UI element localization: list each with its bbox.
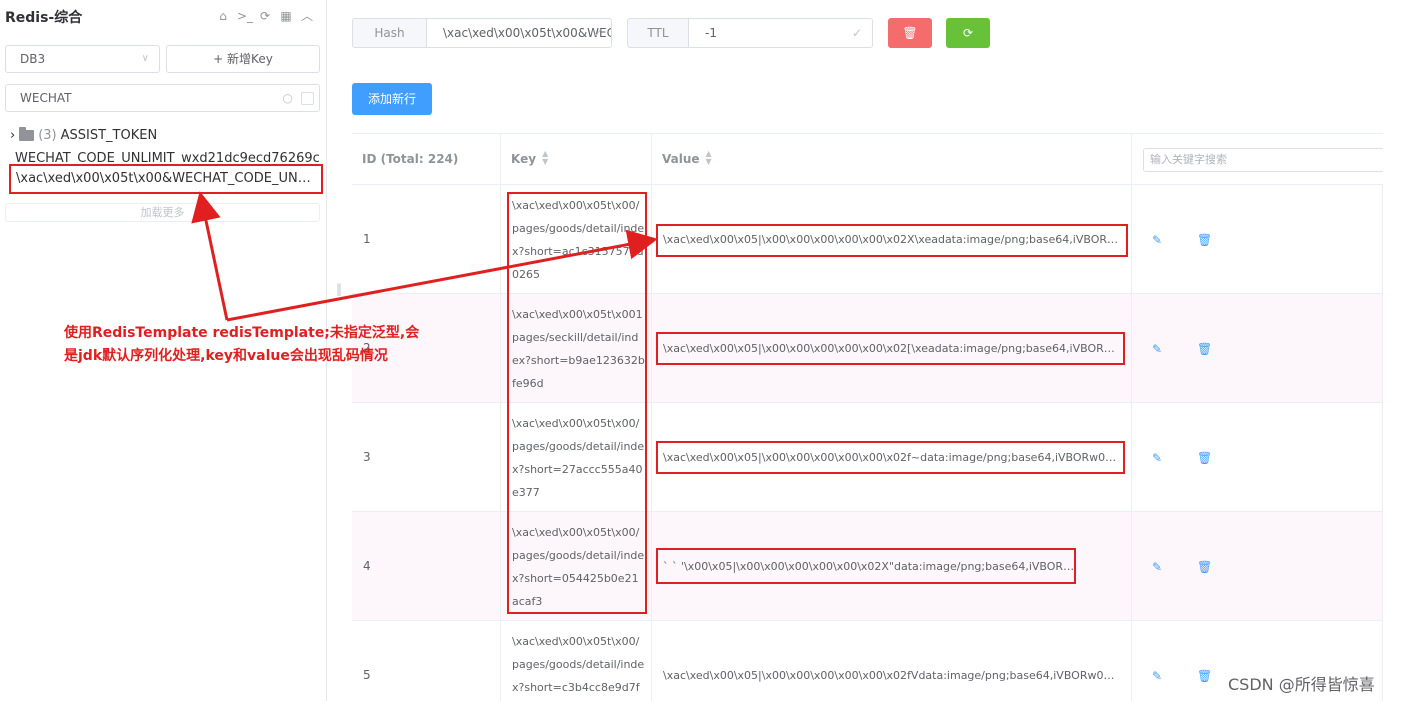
cell-value: \xac\xed\x00\x05|\x00\x00\x00\x00\x00\x0… <box>652 621 1132 701</box>
folder-name: ASSIST_TOKEN <box>60 128 158 143</box>
keyword-search-input[interactable]: 输入关键字搜索 <box>1143 148 1383 172</box>
annotation-line-1: 使用RedisTemplate redisTemplate;未指定泛型,会 <box>64 325 420 341</box>
annotation-line-2: 是jdk默认序列化处理,key和value会出现乱码情况 <box>64 348 388 364</box>
ttl-value: -1 <box>705 26 717 40</box>
trash-icon[interactable]: 🗑 <box>1197 560 1212 574</box>
check-icon[interactable]: ✓ <box>852 19 862 47</box>
cell-key: \xac\xed\x00\x05t\x001pages/seckill/deta… <box>501 294 652 403</box>
add-row-button[interactable]: 添加新行 <box>352 83 432 115</box>
column-header-key[interactable]: Key ▲ ▼ <box>501 134 652 184</box>
key-search-input[interactable]: WECHAT ○ <box>5 84 320 112</box>
cell-actions: ✎ 🗑 <box>1132 512 1383 621</box>
trash-icon: 🗑 <box>902 26 918 40</box>
delete-key-button[interactable]: 🗑 <box>888 18 932 48</box>
terminal-icon[interactable]: >_ <box>237 9 253 23</box>
cell-value-text: \xac\xed\x00\x05|\x00\x00\x00\x00\x00\x0… <box>663 451 1121 464</box>
cell-value-text: \xac\xed\x00\x05|\x00\x00\x00\x00\x00\x0… <box>663 342 1121 355</box>
search-icon[interactable]: ○ <box>283 85 293 111</box>
tree-key-item-selected[interactable]: \xac\xed\x00\x05t\x00&WECHAT_CODE_UNLIMI… <box>9 164 323 194</box>
table-header: ID (Total: 224) Key ▲ ▼ Value ▲ ▼ 输入关键字搜索 <box>352 134 1383 185</box>
sort-icon[interactable]: ▲ ▼ <box>706 149 712 166</box>
cell-id: 3 <box>352 403 501 512</box>
hash-label: Hash <box>352 18 427 48</box>
cell-key: \xac\xed\x00\x05t\x00/pages/goods/detail… <box>501 185 652 294</box>
edit-icon[interactable]: ✎ <box>1152 560 1162 574</box>
hash-key-value: \xac\xed\x00\x05t\x00&WECHAT_CODE_UNLIMI… <box>443 26 612 40</box>
cell-id: 4 <box>352 512 501 621</box>
table-row: 3 \xac\xed\x00\x05t\x00/pages/goods/deta… <box>352 403 1383 512</box>
cell-key: \xac\xed\x00\x05t\x00/pages/goods/detail… <box>501 403 652 512</box>
watermark: CSDN @所得皆惊喜 <box>1228 675 1375 694</box>
edit-icon[interactable]: ✎ <box>1152 233 1162 247</box>
load-more-button[interactable]: 加载更多 <box>5 203 320 222</box>
add-key-button[interactable]: + 新增Key <box>166 45 320 73</box>
grid-icon[interactable]: ▦ <box>279 9 293 23</box>
sort-icon[interactable]: ▲ ▼ <box>542 149 548 166</box>
annotation-text: 使用RedisTemplate redisTemplate;未指定泛型,会 是j… <box>64 322 424 368</box>
trash-icon[interactable]: 🗑 <box>1197 669 1212 683</box>
column-header-id-label: ID (Total: 224) <box>362 152 459 166</box>
chevron-right-icon[interactable]: › <box>10 128 15 143</box>
edit-icon[interactable]: ✎ <box>1152 451 1162 465</box>
folder-icon <box>19 127 35 141</box>
cell-value-text: \xac\xed\x00\x05|\x00\x00\x00\x00\x00\x0… <box>663 669 1121 682</box>
key-search-value: WECHAT <box>20 91 72 105</box>
cell-value: \xac\xed\x00\x05|\x00\x00\x00\x00\x00\x0… <box>652 294 1132 403</box>
edit-icon[interactable]: ✎ <box>1152 669 1162 683</box>
column-header-value[interactable]: Value ▲ ▼ <box>652 134 1132 184</box>
sidebar-toolbar: ⌂ >_ ⟳ ▦ ︿ <box>216 9 314 23</box>
cell-value-text: \xac\xed\x00\x05|\x00\x00\x00\x00\x00\x0… <box>663 233 1121 246</box>
trash-icon[interactable]: 🗑 <box>1197 342 1212 356</box>
cell-id: 5 <box>352 621 501 701</box>
db-select-value: DB3 <box>20 52 46 66</box>
hash-key-input[interactable]: \xac\xed\x00\x05t\x00&WECHAT_CODE_UNLIMI… <box>426 18 612 48</box>
collapse-icon[interactable]: ︿ <box>300 9 314 23</box>
column-header-id[interactable]: ID (Total: 224) <box>352 134 501 184</box>
exact-match-checkbox[interactable] <box>301 92 314 105</box>
tree-folder-assist-token[interactable]: › (3) ASSIST_TOKEN <box>10 127 158 143</box>
refresh-icon[interactable]: ⟳ <box>258 9 272 23</box>
main-panel: Hash \xac\xed\x00\x05t\x00&WECHAT_CODE_U… <box>327 0 1415 701</box>
cell-key: \xac\xed\x00\x05t\x00/pages/goods/detail… <box>501 621 652 701</box>
ttl-input[interactable]: -1 ✓ <box>688 18 873 48</box>
app-title: Redis-综合 <box>5 10 83 26</box>
trash-icon[interactable]: 🗑 <box>1197 233 1212 247</box>
table-row: 4 \xac\xed\x00\x05t\x00/pages/goods/deta… <box>352 512 1383 621</box>
folder-count: (3) <box>38 128 57 143</box>
cell-value: \xac\xed\x00\x05|\x00\x00\x00\x00\x00\x0… <box>652 403 1132 512</box>
edit-icon[interactable]: ✎ <box>1152 342 1162 356</box>
column-header-key-label: Key <box>511 152 537 166</box>
cell-value: ` ` '\x00\x05|\x00\x00\x00\x00\x00\x02X"… <box>652 512 1132 621</box>
table-row: 2 \xac\xed\x00\x05t\x001pages/seckill/de… <box>352 294 1383 403</box>
cell-value-text: ` ` '\x00\x05|\x00\x00\x00\x00\x00\x02X"… <box>663 560 1083 573</box>
check-icon[interactable]: ✓ <box>593 19 603 47</box>
ttl-label: TTL <box>627 18 689 48</box>
cell-actions: ✎ 🗑 <box>1132 185 1383 294</box>
cell-actions: ✎ 🗑 <box>1132 294 1383 403</box>
trash-icon[interactable]: 🗑 <box>1197 451 1212 465</box>
cell-id: 1 <box>352 185 501 294</box>
column-header-value-label: Value <box>662 152 700 166</box>
chevron-down-icon: ∨ <box>141 53 149 64</box>
cell-actions: ✎ 🗑 <box>1132 403 1383 512</box>
cell-value: \xac\xed\x00\x05|\x00\x00\x00\x00\x00\x0… <box>652 185 1132 294</box>
hash-table: ID (Total: 224) Key ▲ ▼ Value ▲ ▼ 输入关键字搜索 1 … <box>352 133 1383 701</box>
refresh-icon: ⟳ <box>962 26 974 40</box>
table-row: 1 \xac\xed\x00\x05t\x00/pages/goods/deta… <box>352 185 1383 294</box>
cell-key: \xac\xed\x00\x05t\x00/pages/goods/detail… <box>501 512 652 621</box>
home-icon[interactable]: ⌂ <box>216 9 230 23</box>
refresh-key-button[interactable]: ⟳ <box>946 18 990 48</box>
db-select[interactable]: DB3 ∨ <box>5 45 160 73</box>
